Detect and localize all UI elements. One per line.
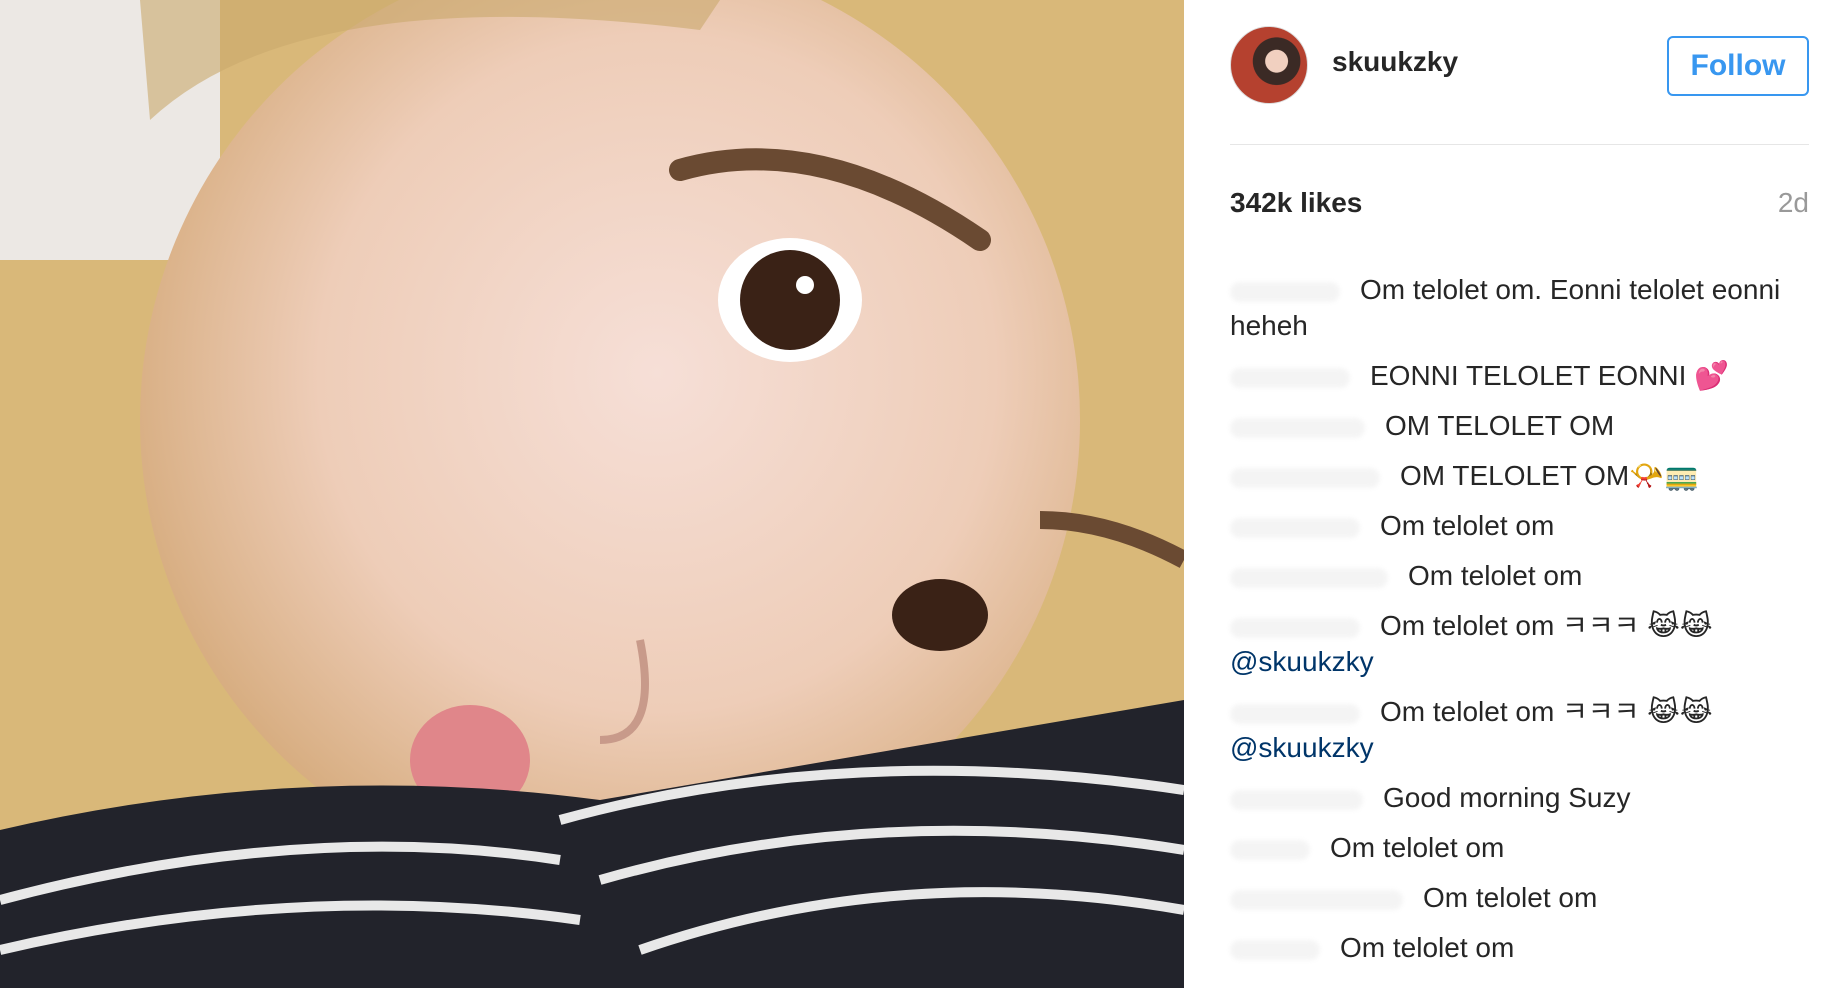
avatar[interactable]: [1230, 26, 1308, 104]
comment-text: Om telolet om ㅋㅋㅋ 😹😹: [1380, 610, 1713, 641]
comment-item: Om telolet om: [1230, 508, 1790, 544]
comment-author-redacted: [1230, 617, 1360, 638]
comment-author-redacted: [1230, 939, 1320, 960]
comment-text: Good morning Suzy: [1383, 782, 1631, 813]
comment-author-redacted: [1230, 703, 1360, 724]
comment-item: Good morning Suzy: [1230, 780, 1790, 816]
comment-item: Om telolet om: [1230, 880, 1790, 916]
comment-item: EONNI TELOLET EONNI 💕: [1230, 358, 1790, 394]
comment-author-redacted: [1230, 839, 1310, 860]
comment-item: OM TELOLET OM: [1230, 408, 1790, 444]
comment-author-redacted: [1230, 789, 1363, 810]
likes-count[interactable]: 342k likes: [1230, 187, 1362, 219]
comment-mention[interactable]: @skuukzky: [1230, 730, 1790, 766]
post-header: skuukzky Follow: [1230, 26, 1809, 122]
post-time[interactable]: 2d: [1778, 187, 1809, 219]
comment-text: OM TELOLET OM: [1385, 410, 1615, 441]
comment-item: Om telolet om. Eonni telolet eonni heheh: [1230, 272, 1790, 344]
post-sidebar: skuukzky Follow 342k likes 2d Om telolet…: [1184, 0, 1840, 988]
comment-author-redacted: [1230, 281, 1340, 302]
comment-author-redacted: [1230, 517, 1360, 538]
username[interactable]: skuukzky: [1332, 46, 1458, 78]
comment-author-redacted: [1230, 889, 1403, 910]
comment-item: OM TELOLET OM📯🚃: [1230, 458, 1790, 494]
follow-button[interactable]: Follow: [1667, 36, 1809, 96]
divider: [1230, 144, 1809, 145]
comment-item: Om telolet om: [1230, 930, 1790, 966]
comment-list: Om telolet om. Eonni telolet eonni heheh…: [1230, 272, 1790, 980]
comment-item: Om telolet om: [1230, 558, 1790, 594]
portrait-image: [0, 0, 1184, 988]
comment-text: Om telolet om: [1380, 510, 1555, 541]
comment-author-redacted: [1230, 417, 1365, 438]
comment-text: Om telolet om: [1423, 882, 1598, 913]
comment-text: Om telolet om: [1340, 932, 1515, 963]
comment-item: Om telolet om ㅋㅋㅋ 😹😹 @skuukzky: [1230, 694, 1790, 766]
comment-author-redacted: [1230, 367, 1350, 388]
comment-item: Om telolet om ㅋㅋㅋ 😹😹 @skuukzky: [1230, 608, 1790, 680]
comment-author-redacted: [1230, 467, 1380, 488]
comment-text: OM TELOLET OM📯🚃: [1400, 460, 1699, 491]
comment-text: Om telolet om: [1330, 832, 1505, 863]
comment-text: Om telolet om ㅋㅋㅋ 😹😹: [1380, 696, 1713, 727]
comment-text: EONNI TELOLET EONNI 💕: [1370, 360, 1730, 391]
comment-item: Om telolet om: [1230, 830, 1790, 866]
comment-author-redacted: [1230, 567, 1388, 588]
comment-text: Om telolet om: [1408, 560, 1583, 591]
post-photo: [0, 0, 1184, 988]
comment-mention[interactable]: @skuukzky: [1230, 644, 1790, 680]
